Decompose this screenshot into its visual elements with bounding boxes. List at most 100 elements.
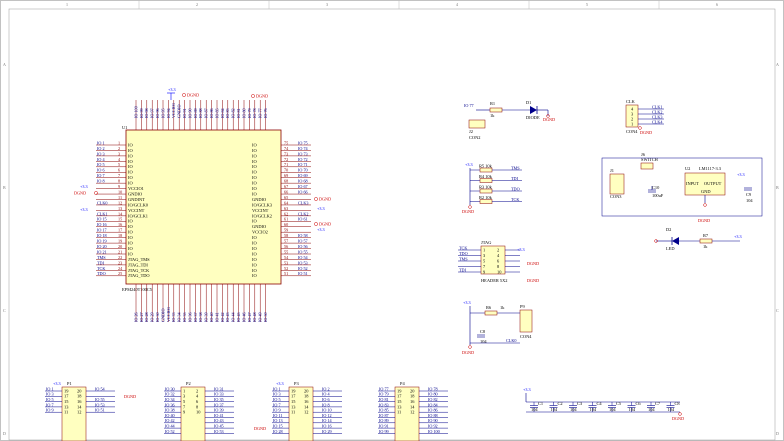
pin-net: IO 90 [187, 108, 192, 118]
pin-net: IO 34 [177, 311, 182, 322]
pin-net: IO 44 [231, 311, 236, 322]
p3-vcc-label: +3.3 [276, 381, 284, 386]
pin-name: IO [252, 241, 257, 246]
pin-name: IO [252, 273, 257, 278]
header-net-right: IO 29 [322, 429, 332, 434]
pin-net: IO 18 [97, 233, 107, 238]
pin-net: IO 67 [298, 184, 308, 189]
header-net-right: IO 80 [428, 392, 438, 397]
header-net-left: IO 44 [165, 424, 176, 429]
pin-net: IO 86 [209, 108, 214, 118]
header-net-right: IO 84 [428, 402, 439, 407]
pin-net: IO 52 [298, 266, 308, 271]
jtag-net: TMS [459, 256, 468, 261]
pin-name: JTAG_TMS [128, 257, 150, 262]
j1-jack [609, 173, 625, 195]
u2-gnd: GND [701, 189, 711, 194]
header-net-right: IO 4 [322, 392, 330, 397]
header-net-left: IO 1 [273, 386, 281, 391]
pullup-ref: R2 10k [479, 195, 493, 200]
pin-net: IO 89 [193, 108, 198, 118]
pin-number: 52 [284, 266, 288, 271]
pullup-ref: R5 10k [479, 163, 493, 168]
pin-net: IO 91 [182, 108, 187, 118]
header-p2[interactable]: P2IO 30 1 2 IO 31IO 32 3 4 IO 33IO 34 5 6 IO 35IO… [164, 381, 234, 441]
pin-name: IO [252, 148, 257, 153]
pin-name: IO [252, 246, 257, 251]
pin-net: IO 39 [204, 312, 209, 322]
pin-net: IO 80 [241, 108, 246, 118]
header-net-right: IO 14 [322, 418, 333, 423]
header-net-right: IO 8 [322, 402, 330, 407]
pin-net: IO 37 [193, 312, 198, 322]
pin-name: IO [128, 181, 133, 186]
pin-net: IO 3 [97, 151, 105, 156]
header-p4[interactable]: P4IO 77 19 20 IO 78IO 79 17 18 IO 80IO 81 15 16 I… [378, 381, 448, 441]
pin-number: 51 [284, 271, 288, 276]
pin-name: JTAG_TCK [128, 268, 150, 273]
pin-net: IO 75 [298, 140, 308, 145]
header-net-left: IO 87 [379, 413, 389, 418]
pin-number: 8 [118, 179, 120, 184]
pin-net: IO 76 [263, 108, 268, 118]
cap-ref: C4 [597, 401, 603, 406]
pin-net: IO 82 [231, 108, 236, 118]
header-net-left: IO 3 [273, 392, 281, 397]
pin-number: 10 [118, 189, 122, 194]
pin-net: TDO [97, 271, 106, 276]
pin-net: IO 46 [241, 312, 246, 322]
pin-name: IO [128, 246, 133, 251]
r6-ref: R6 [486, 305, 492, 310]
pullup-net: TCK [511, 197, 519, 202]
header-net-left: IO 42 [165, 418, 175, 423]
pin-net: IO 78 [252, 108, 257, 118]
pin-name: GNDIO [128, 191, 142, 196]
fpga-left-gnd-label: DGND [74, 191, 86, 196]
d1-value: DIODE [526, 115, 540, 120]
pin-number: 12 [118, 200, 122, 205]
pin-net: IO 35 [182, 312, 187, 322]
cap-value: 104 [629, 407, 636, 412]
pin-net: IO 17 [97, 228, 107, 233]
j1-ref: J1 [610, 168, 614, 173]
header-net-right: IO 31 [214, 386, 224, 391]
header-net-right: IO 12 [322, 413, 332, 418]
pin-name: IO [252, 142, 257, 147]
pin-net: CLK1 [97, 211, 107, 216]
col-marker: 4 [456, 2, 458, 7]
c9-ref: C9 [746, 192, 752, 197]
pin-net: IO 15 [97, 217, 107, 222]
pin-number: 11 [118, 195, 122, 200]
fpga-right-vcc-label: +3.3 [317, 206, 325, 211]
j2-connector [468, 119, 486, 129]
pin-number: 69 [284, 173, 288, 178]
pin-number: 67 [284, 184, 288, 189]
header-net-right: IO 43 [214, 418, 224, 423]
pin-net: IO 2 [97, 146, 105, 151]
pin-net: IO 97 [150, 108, 155, 118]
pin-net: IO 5 [97, 162, 105, 167]
u2-output: OUTPUT [704, 181, 722, 186]
header-net-left: IO 85 [379, 408, 389, 413]
pin-number: 61 [284, 217, 288, 222]
pin-name: VCCINT [252, 208, 269, 213]
header-net-left: IO 5 [46, 397, 54, 402]
c9-value: 104 [746, 198, 753, 203]
pin-number: 57 [284, 239, 288, 244]
pullup-vcc-label: +3.3 [465, 162, 473, 167]
pin-number: 6 [118, 168, 120, 173]
pin-net: IO 16 [97, 222, 107, 227]
pin-name: IO [128, 241, 133, 246]
header-net-left: IO 40 [165, 413, 175, 418]
p9-net-label: CLK0 [506, 338, 516, 343]
header-pin-left: 11 [397, 410, 401, 415]
p9-vcc-label: +3.3 [463, 300, 471, 305]
pin-net: IO 30 [155, 312, 160, 322]
pin-net: IO 85 [214, 108, 219, 118]
pin-net: TMS [97, 255, 106, 260]
pin-name: IO [252, 219, 257, 224]
reg-out-vcc-label: +3.3 [737, 172, 745, 177]
header-net-right: IO 45 [214, 424, 224, 429]
pin-name: IO [252, 191, 257, 196]
pin-number: 22 [118, 255, 122, 260]
